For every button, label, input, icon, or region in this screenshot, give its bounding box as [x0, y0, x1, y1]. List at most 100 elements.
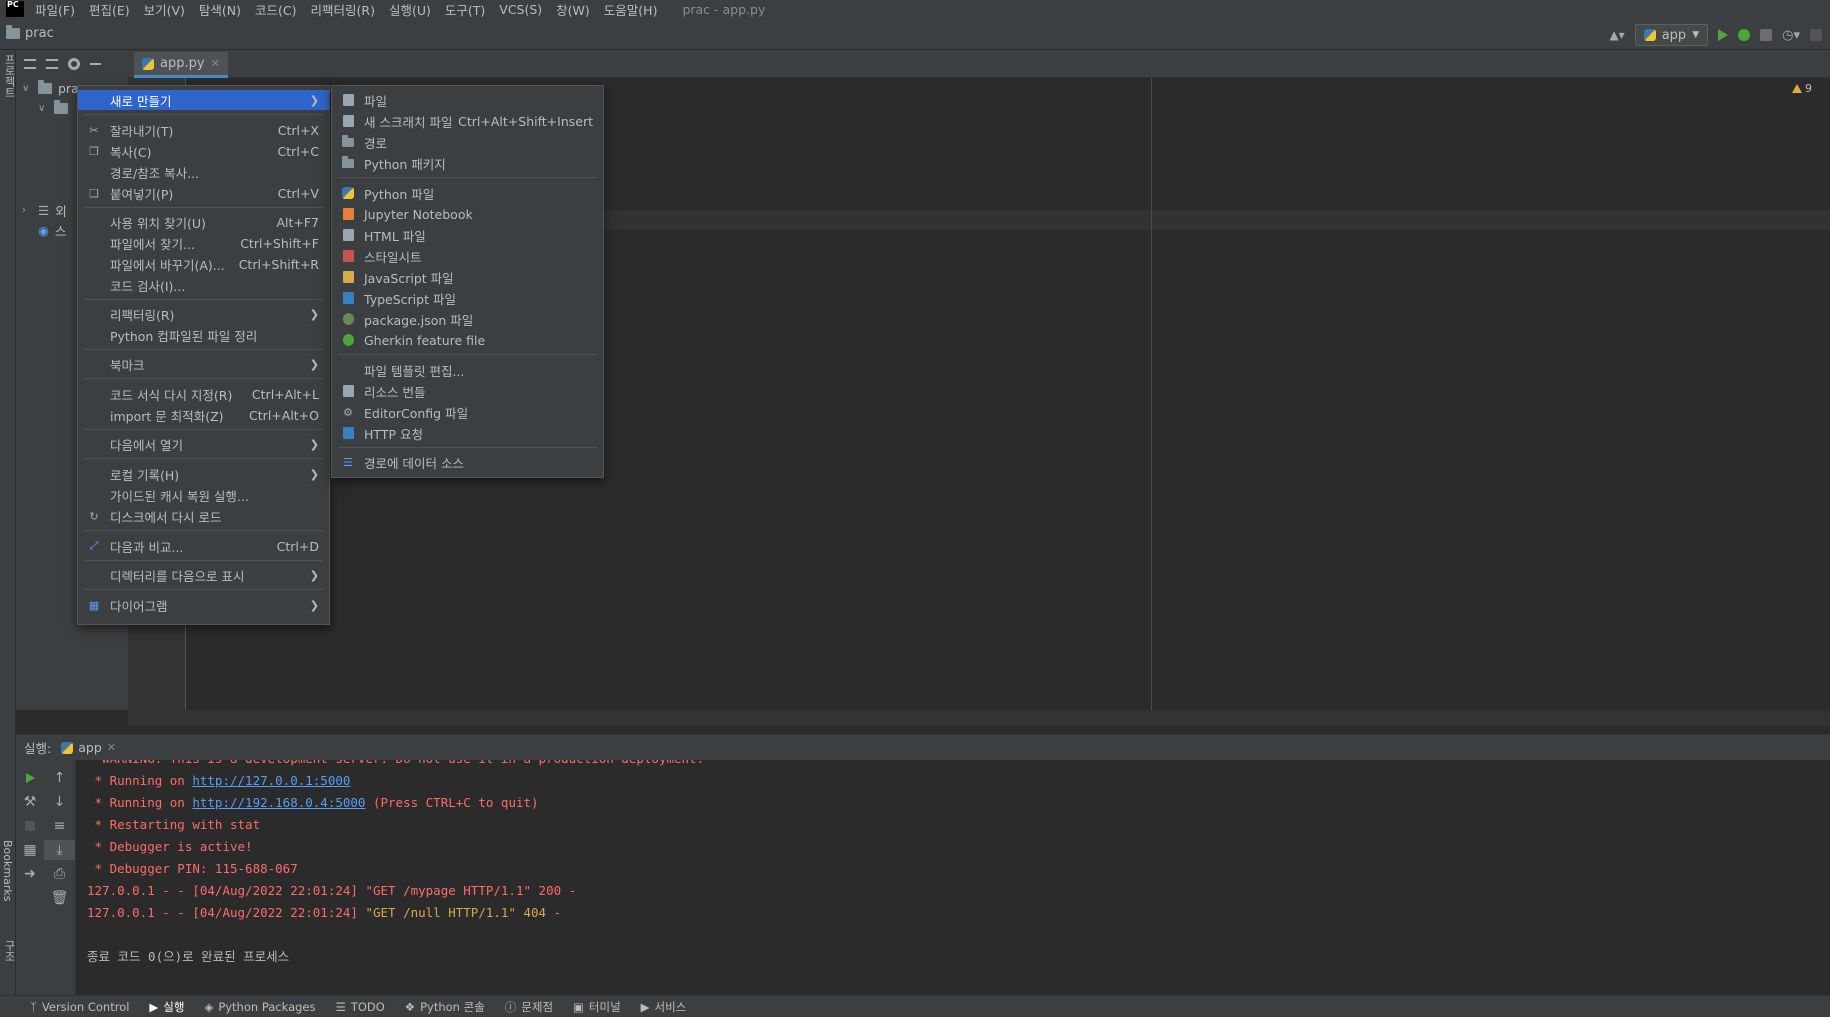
menu-tools[interactable]: 도구(T) [438, 0, 492, 19]
tree-root[interactable]: ∨ pra [22, 78, 79, 98]
menu-item-mark-directory[interactable]: 디렉터리를 다음으로 표시 ❯ [78, 565, 329, 585]
tool-problems[interactable]: ⓘ 문제점 [505, 999, 553, 1015]
stop-icon[interactable] [1810, 29, 1822, 41]
menu-file[interactable]: 파일(F) [28, 0, 82, 19]
submenu-item-gherkin[interactable]: Gherkin feature file [332, 330, 603, 350]
console-link[interactable]: http://127.0.0.1:5000 [192, 773, 350, 788]
structure-tool-button[interactable]: 구조 [1, 940, 17, 962]
submenu-item-editorconfig[interactable]: ⚙ EditorConfig 파일 [332, 402, 603, 422]
submenu-item-file[interactable]: 파일 [332, 90, 603, 110]
submenu-item-directory[interactable]: 경로 [332, 132, 603, 152]
tab-app-py[interactable]: app.py ✕ [134, 52, 228, 78]
tool-services[interactable]: ▶ 서비스 [641, 999, 687, 1015]
tree-external-libraries[interactable]: › ☰ 외 [22, 200, 67, 220]
tree-folder[interactable]: ∨ [38, 98, 68, 118]
menu-item-replace-in-files[interactable]: 파일에서 바꾸기(A)... Ctrl+Shift+R [78, 254, 329, 274]
menu-item-copy-path[interactable]: 경로/참조 복사... [78, 162, 329, 182]
tree-scratches[interactable]: ◉ 스 [38, 220, 66, 240]
layout-icon[interactable]: ▦ [16, 840, 44, 860]
gear-icon[interactable] [68, 58, 80, 70]
collapse-all-icon[interactable] [46, 59, 58, 69]
menu-vcs[interactable]: VCS(S) [492, 2, 549, 17]
chevron-down-icon[interactable]: ∨ [22, 83, 32, 94]
close-icon[interactable]: ✕ [107, 741, 116, 754]
menu-item-diagrams[interactable]: ▦ 다이어그램 ❯ [78, 595, 329, 615]
run-config-select[interactable]: app ▼ [1634, 24, 1709, 46]
menu-refactor[interactable]: 리팩터링(R) [304, 0, 382, 19]
menu-run[interactable]: 실행(U) [382, 0, 438, 19]
menu-item-copy[interactable]: ❐ 복사(C) Ctrl+C [78, 141, 329, 161]
soft-wrap-icon[interactable]: ≡ [44, 816, 75, 836]
tool-terminal[interactable]: ▣ 터미널 [573, 999, 621, 1015]
arrow-up-icon[interactable]: ↑ [44, 768, 75, 788]
tool-python-console[interactable]: ❖ Python 콘솔 [405, 999, 485, 1015]
tool-todo[interactable]: ☰ TODO [336, 1000, 385, 1014]
menu-item-local-history[interactable]: 로컬 기록(H) ❯ [78, 464, 329, 484]
menu-item-new[interactable]: 새로 만들기 ❯ [78, 90, 329, 110]
menu-item-compare-with[interactable]: ⤢ 다음과 비교... Ctrl+D [78, 536, 329, 556]
stop-icon[interactable] [16, 816, 44, 836]
menu-window[interactable]: 창(W) [549, 0, 597, 19]
scroll-to-end-icon[interactable]: ⤓ [44, 840, 75, 860]
profile-icon[interactable]: ◷▾ [1782, 28, 1800, 43]
close-icon[interactable]: ✕ [211, 57, 220, 70]
menu-item-clean-python[interactable]: Python 컴파일된 파일 정리 [78, 325, 329, 345]
tool-run[interactable]: ▶ 실행 [149, 999, 184, 1015]
coverage-icon[interactable] [1760, 29, 1773, 41]
run-console[interactable]: WARNING: This is a development server. D… [76, 760, 1830, 995]
menu-item-cut[interactable]: ✂ 잘라내기(T) Ctrl+X [78, 120, 329, 140]
menu-item-find-usages[interactable]: 사용 위치 찾기(U) Alt+F7 [78, 212, 329, 232]
menu-view[interactable]: 보기(V) [137, 0, 192, 19]
submenu-item-html[interactable]: HTML 파일 [332, 225, 603, 245]
chevron-down-icon[interactable]: ∨ [38, 103, 48, 114]
menu-item-find-in-files[interactable]: 파일에서 찾기... Ctrl+Shift+F [78, 233, 329, 253]
inspection-widget[interactable]: 9 [1792, 82, 1812, 95]
project-tool-button[interactable]: 프로젝트 [1, 54, 17, 98]
submenu-item-stylesheet[interactable]: 스타일시트 [332, 246, 603, 266]
menu-code[interactable]: 코드(C) [248, 0, 303, 19]
menu-item-paste[interactable]: ❑ 붙여넣기(P) Ctrl+V [78, 183, 329, 203]
horizontal-scrollbar[interactable] [128, 710, 1830, 726]
submenu-item-jupyter[interactable]: Jupyter Notebook [332, 204, 603, 224]
submenu-item-datasource[interactable]: ☰ 경로에 데이터 소스 [332, 452, 603, 472]
submenu-item-edit-templates[interactable]: 파일 템플릿 편집... [332, 360, 603, 380]
menu-item-reformat[interactable]: 코드 서식 다시 지정(R) Ctrl+Alt+L [78, 384, 329, 404]
menu-navigate[interactable]: 탐색(N) [192, 0, 248, 19]
tool-python-packages[interactable]: ◈ Python Packages [204, 1000, 315, 1014]
submenu-item-python-file[interactable]: Python 파일 [332, 183, 603, 203]
menu-edit[interactable]: 편집(E) [82, 0, 137, 19]
menu-item-open-in[interactable]: 다음에서 열기 ❯ [78, 434, 329, 454]
menu-item-repair-ide[interactable]: 가이드된 캐시 복원 실행... [78, 485, 329, 505]
rerun-icon[interactable] [16, 768, 44, 788]
run-tab-app[interactable]: app ✕ [61, 740, 116, 755]
hide-icon[interactable] [90, 63, 101, 65]
breadcrumb[interactable]: prac [6, 25, 54, 41]
submenu-item-http-request[interactable]: HTTP 요청 [332, 423, 603, 443]
breadcrumb-project[interactable]: prac [25, 26, 54, 41]
submenu-item-typescript[interactable]: TypeScript 파일 [332, 288, 603, 308]
expand-all-icon[interactable] [24, 59, 36, 69]
menu-item-reload-from-disk[interactable]: ↻ 디스크에서 다시 로드 [78, 506, 329, 526]
print-icon[interactable]: ⎙ [44, 864, 75, 884]
bookmarks-tool-button[interactable]: Bookmarks [1, 840, 14, 901]
submenu-item-javascript[interactable]: JavaScript 파일 [332, 267, 603, 287]
menu-help[interactable]: 도움말(H) [597, 0, 665, 19]
arrow-down-icon[interactable]: ↓ [44, 792, 75, 812]
menu-item-refactor[interactable]: 리팩터링(R) ❯ [78, 304, 329, 324]
submenu-item-scratch-file[interactable]: 새 스크래치 파일 Ctrl+Alt+Shift+Insert [332, 111, 603, 131]
menu-item-optimize-imports[interactable]: import 문 최적화(Z) Ctrl+Alt+O [78, 405, 329, 425]
chevron-right-icon[interactable]: › [22, 205, 32, 216]
wrench-icon[interactable]: ⚒ [16, 792, 44, 812]
submenu-item-package-json[interactable]: package.json 파일 [332, 309, 603, 329]
submenu-item-resource-bundle[interactable]: 리소스 번들 [332, 381, 603, 401]
run-icon[interactable] [1718, 29, 1729, 41]
menu-item-bookmarks[interactable]: 북마크 ❯ [78, 354, 329, 374]
menu-item-inspect-code[interactable]: 코드 검사(I)... [78, 275, 329, 295]
console-link[interactable]: http://192.168.0.4:5000 [192, 795, 365, 810]
pin-icon[interactable]: ➜ [16, 864, 44, 884]
submenu-item-python-package[interactable]: Python 패키지 [332, 153, 603, 173]
tool-version-control[interactable]: ᛉ Version Control [30, 1000, 129, 1014]
trash-icon[interactable]: 🗑 [44, 888, 75, 908]
debug-icon[interactable] [1738, 29, 1751, 41]
user-icon[interactable]: ▲▾ [1609, 28, 1624, 42]
